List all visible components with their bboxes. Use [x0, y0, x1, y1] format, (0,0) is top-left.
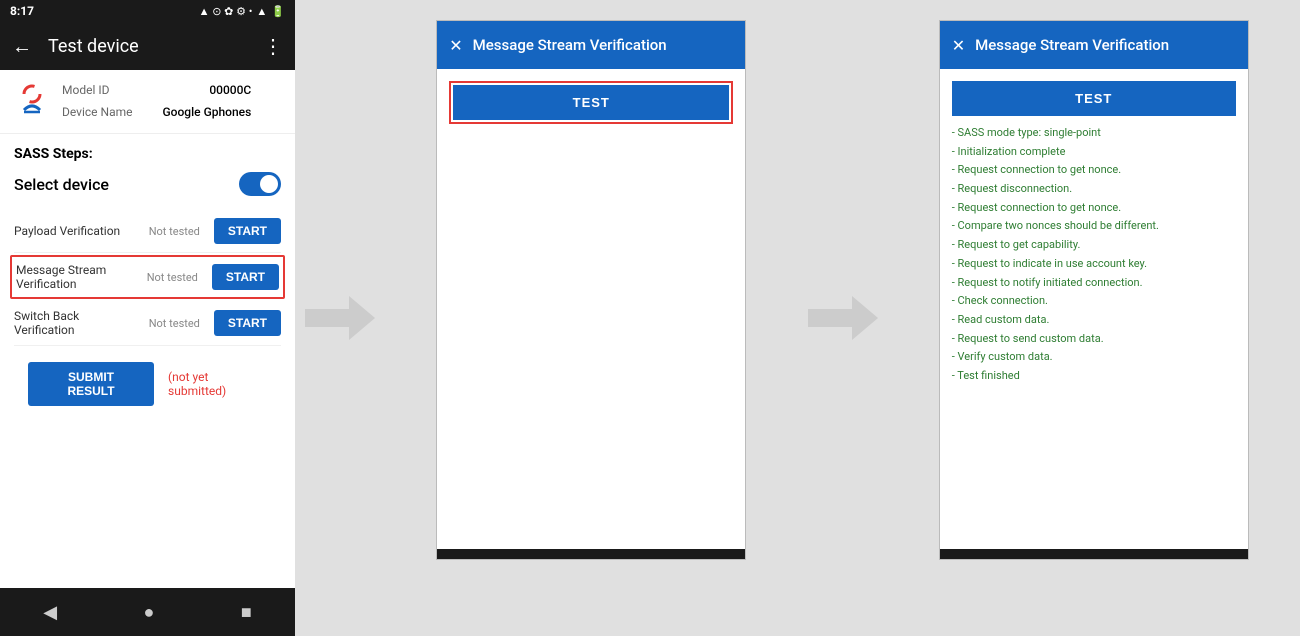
- message-stream-start-button[interactable]: START: [212, 264, 279, 290]
- log-line: - Request connection to get nonce.: [952, 199, 1236, 218]
- not-submitted-label: (not yet submitted): [168, 370, 267, 398]
- dialog-2-test-button[interactable]: TEST: [952, 81, 1236, 116]
- dialog-1: ✕ Message Stream Verification TEST: [436, 20, 746, 560]
- dialog-2-close-button[interactable]: ✕: [952, 36, 965, 55]
- phone-panel: 8:17 ▲ ⊙ ✿ ⚙ • ▲ 🔋 ← Test device ⋮ Model…: [0, 0, 295, 636]
- payload-status: Not tested: [149, 225, 200, 238]
- select-device-label: Select device: [14, 175, 109, 194]
- arrow-body-2: [808, 309, 852, 327]
- status-bar: 8:17 ▲ ⊙ ✿ ⚙ • ▲ 🔋: [0, 0, 295, 22]
- log-line: - Request disconnection.: [952, 180, 1236, 199]
- app-logo: [14, 84, 50, 120]
- log-line: - Request to get capability.: [952, 236, 1236, 255]
- dialog-1-bottom-bar: [437, 549, 745, 559]
- log-line: - Verify custom data.: [952, 348, 1236, 367]
- log-line: - Compare two nonces should be different…: [952, 217, 1236, 236]
- step-row-switch-back: Switch Back Verification Not tested STAR…: [14, 301, 281, 346]
- select-device-toggle[interactable]: [239, 172, 281, 196]
- phone-content: Model ID 00000C Device Name Google Gphon…: [0, 70, 295, 588]
- device-name-value: Google Gphones: [163, 102, 252, 124]
- log-line: - Read custom data.: [952, 311, 1236, 330]
- dialog-2: ✕ Message Stream Verification TEST - SAS…: [939, 20, 1249, 560]
- sass-title: SASS Steps:: [14, 146, 281, 162]
- arrow-head-2: [852, 296, 878, 340]
- dialog-1-title: Message Stream Verification: [473, 36, 734, 54]
- log-line: - Request to send custom data.: [952, 330, 1236, 349]
- submit-result-button[interactable]: SUBMIT RESULT: [28, 362, 154, 406]
- dialog-2-wrapper: ✕ Message Stream Verification TEST - SAS…: [888, 0, 1300, 636]
- model-id-label: Model ID: [62, 80, 109, 102]
- payload-label: Payload Verification: [14, 224, 141, 238]
- device-name-label: Device Name: [62, 102, 133, 124]
- arrow-1: [295, 0, 385, 636]
- dialog-1-close-button[interactable]: ✕: [449, 36, 462, 55]
- more-button[interactable]: ⋮: [263, 34, 283, 58]
- nav-home-button[interactable]: ●: [144, 602, 155, 623]
- payload-start-button[interactable]: START: [214, 218, 281, 244]
- switch-back-status: Not tested: [149, 317, 200, 330]
- dialog-1-header: ✕ Message Stream Verification: [437, 21, 745, 69]
- log-line: - Request to indicate in use account key…: [952, 255, 1236, 274]
- status-icon-set: ▲ ⊙ ✿ ⚙ •: [199, 5, 253, 18]
- status-icons: ▲ ⊙ ✿ ⚙ • ▲ 🔋: [199, 5, 285, 18]
- dialog-1-test-btn-wrapper: TEST: [449, 81, 733, 124]
- arrow-body-1: [305, 309, 349, 327]
- step-row-message-stream: Message StreamVerification Not tested ST…: [10, 255, 285, 299]
- log-line: - Check connection.: [952, 292, 1236, 311]
- message-stream-label: Message StreamVerification: [16, 263, 139, 291]
- arrow-shape-2: [808, 296, 878, 340]
- switch-back-label: Switch Back Verification: [14, 309, 141, 337]
- app-bar: ← Test device ⋮: [0, 22, 295, 70]
- nav-bar: ◀ ● ■: [0, 588, 295, 636]
- dialog-1-body: TEST: [437, 69, 745, 549]
- dialog-2-bottom-bar: [940, 549, 1248, 559]
- dialog-1-wrapper: ✕ Message Stream Verification TEST: [385, 0, 798, 636]
- step-row-payload: Payload Verification Not tested START: [14, 210, 281, 253]
- app-title: Test device: [48, 36, 263, 57]
- dialog-1-test-button[interactable]: TEST: [453, 85, 729, 120]
- switch-back-start-button[interactable]: START: [214, 310, 281, 336]
- model-id-value: 00000C: [209, 80, 251, 102]
- log-line: - Initialization complete: [952, 143, 1236, 162]
- sass-section: SASS Steps: Select device Payload Verifi…: [0, 134, 295, 418]
- message-stream-status: Not tested: [147, 271, 198, 284]
- arrow-shape-1: [305, 296, 375, 340]
- battery-icon: 🔋: [271, 5, 285, 18]
- dialog-2-body: TEST - SASS mode type: single-point- Ini…: [940, 69, 1248, 549]
- dialog-2-header: ✕ Message Stream Verification: [940, 21, 1248, 69]
- dialog-2-title: Message Stream Verification: [975, 36, 1236, 54]
- status-time: 8:17: [10, 4, 34, 18]
- device-fields: Model ID 00000C Device Name Google Gphon…: [62, 80, 251, 123]
- select-device-row: Select device: [14, 172, 281, 196]
- log-line: - Request to notify initiated connection…: [952, 274, 1236, 293]
- back-button[interactable]: ←: [12, 34, 32, 59]
- nav-recents-button[interactable]: ■: [241, 602, 252, 623]
- signal-icon: ▲: [256, 5, 267, 18]
- log-line: - SASS mode type: single-point: [952, 124, 1236, 143]
- arrow-head-1: [349, 296, 375, 340]
- device-info: Model ID 00000C Device Name Google Gphon…: [0, 70, 295, 134]
- nav-back-button[interactable]: ◀: [43, 602, 57, 623]
- log-line: - Request connection to get nonce.: [952, 161, 1236, 180]
- log-lines: - SASS mode type: single-point- Initiali…: [952, 124, 1236, 386]
- log-line: - Test finished: [952, 367, 1236, 386]
- submit-row: SUBMIT RESULT (not yet submitted): [14, 346, 281, 406]
- arrow-2: [798, 0, 888, 636]
